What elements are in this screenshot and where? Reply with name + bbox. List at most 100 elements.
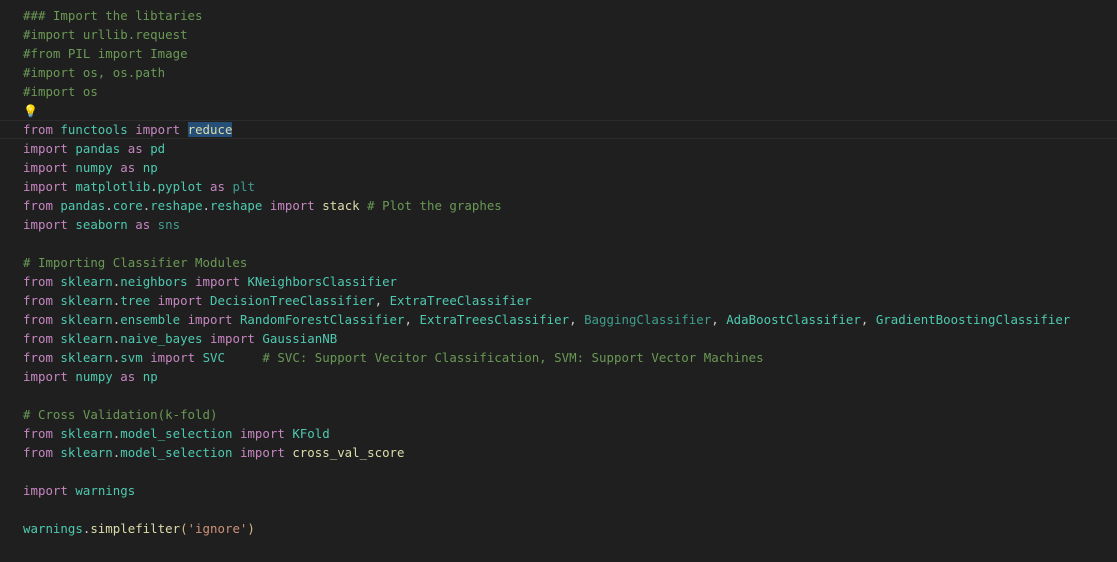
code-token: np bbox=[142, 369, 158, 384]
code-token: ### Import the libtaries bbox=[23, 8, 203, 23]
code-token: AdaBoostClassifier bbox=[726, 312, 861, 327]
code-line[interactable]: 💡 bbox=[23, 101, 1070, 120]
code-token: import bbox=[269, 198, 315, 213]
code-line[interactable]: import seaborn as sns bbox=[23, 215, 1070, 234]
code-token: #import os, os.path bbox=[23, 65, 166, 80]
code-line[interactable] bbox=[23, 500, 1070, 519]
code-token: import bbox=[210, 331, 255, 346]
code-token: as bbox=[120, 160, 136, 175]
code-line[interactable]: from sklearn.tree import DecisionTreeCla… bbox=[23, 291, 1070, 310]
code-token: warnings bbox=[75, 483, 136, 498]
code-line[interactable]: from sklearn.svm import SVC # SVC: Suppo… bbox=[23, 348, 1070, 367]
code-token: warnings bbox=[23, 521, 83, 536]
code-token: reduce bbox=[187, 122, 233, 137]
code-line[interactable]: from sklearn.naive_bayes import Gaussian… bbox=[23, 329, 1070, 348]
code-token: sns bbox=[157, 217, 181, 232]
lightbulb-icon[interactable]: 💡 bbox=[23, 104, 38, 118]
code-token: KFold bbox=[292, 426, 330, 441]
code-line[interactable]: #import os bbox=[23, 82, 1070, 101]
code-editor[interactable]: ### Import the libtaries #import urllib.r… bbox=[0, 0, 1117, 562]
code-token: as bbox=[120, 369, 136, 384]
code-token: neighbors bbox=[120, 274, 188, 289]
code-line[interactable] bbox=[23, 462, 1070, 481]
code-line[interactable]: ### Import the libtaries bbox=[23, 6, 1070, 25]
code-token: import bbox=[23, 483, 68, 498]
code-token: import bbox=[135, 122, 181, 137]
code-line[interactable]: from functools import reduce bbox=[0, 120, 1117, 139]
code-line[interactable]: import numpy as np bbox=[23, 367, 1070, 386]
code-token: # Plot the graphes bbox=[367, 198, 502, 213]
code-token: ) bbox=[247, 521, 255, 536]
code-line[interactable]: # Cross Validation(k-fold) bbox=[23, 405, 1070, 424]
code-line[interactable] bbox=[23, 386, 1070, 405]
code-line[interactable]: warnings.simplefilter('ignore') bbox=[23, 519, 1070, 538]
code-token: KNeighborsClassifier bbox=[247, 274, 398, 289]
code-token: model_selection bbox=[120, 426, 233, 441]
code-token: 'ignore' bbox=[187, 521, 248, 536]
code-token: from bbox=[23, 331, 53, 346]
code-line[interactable]: from pandas.core.reshape.reshape import … bbox=[23, 196, 1070, 215]
code-token: . bbox=[150, 179, 158, 194]
code-token: #from PIL import Image bbox=[23, 46, 188, 61]
code-line[interactable]: import warnings bbox=[23, 481, 1070, 500]
code-line[interactable]: #import urllib.request bbox=[23, 25, 1070, 44]
code-token: sklearn bbox=[60, 350, 113, 365]
code-token: , bbox=[374, 293, 390, 308]
code-token: as bbox=[135, 217, 151, 232]
code-line[interactable]: import numpy as np bbox=[23, 158, 1070, 177]
code-line[interactable]: # Importing Classifier Modules bbox=[23, 253, 1070, 272]
code-token: . bbox=[202, 198, 211, 213]
code-line[interactable]: #import os, os.path bbox=[23, 63, 1070, 82]
code-lines[interactable]: ### Import the libtaries #import urllib.r… bbox=[0, 6, 1117, 538]
code-token: as bbox=[210, 179, 226, 194]
code-token: , bbox=[860, 312, 876, 327]
code-token: sklearn bbox=[60, 293, 113, 308]
code-token: sklearn bbox=[60, 312, 113, 327]
code-token: #import os bbox=[23, 84, 98, 99]
code-token: import bbox=[187, 312, 233, 327]
code-token: ensemble bbox=[120, 312, 181, 327]
code-line[interactable] bbox=[23, 234, 1070, 253]
code-token: GradientBoostingClassifier bbox=[875, 312, 1071, 327]
code-line[interactable]: from sklearn.model_selection import KFol… bbox=[23, 424, 1070, 443]
code-token: cross_val_score bbox=[292, 445, 405, 460]
code-token: seaborn bbox=[75, 217, 128, 232]
code-token: import bbox=[23, 160, 68, 175]
code-token: from bbox=[23, 350, 53, 365]
code-line[interactable]: #from PIL import Image bbox=[23, 44, 1070, 63]
code-token: pandas bbox=[75, 141, 121, 156]
code-token: import bbox=[239, 426, 285, 441]
code-token: simplefilter bbox=[90, 521, 181, 536]
code-line[interactable]: import pandas as pd bbox=[23, 139, 1070, 158]
code-token: ExtraTreesClassifier bbox=[419, 312, 570, 327]
code-token: naive_bayes bbox=[120, 331, 203, 346]
code-token: model_selection bbox=[120, 445, 233, 460]
code-token: import bbox=[23, 217, 68, 232]
code-token: , bbox=[404, 312, 420, 327]
code-line[interactable]: import matplotlib.pyplot as plt bbox=[23, 177, 1070, 196]
code-token: import bbox=[23, 369, 68, 384]
code-token: from bbox=[23, 426, 53, 441]
code-token: SVC bbox=[202, 350, 226, 365]
code-token: , bbox=[711, 312, 727, 327]
code-token: import bbox=[195, 274, 240, 289]
code-token: # Cross Validation(k-fold) bbox=[23, 407, 218, 422]
code-line[interactable]: from sklearn.ensemble import RandomFores… bbox=[23, 310, 1070, 329]
code-token: plt bbox=[232, 179, 255, 194]
code-line[interactable]: from sklearn.neighbors import KNeighbors… bbox=[23, 272, 1070, 291]
code-token: from bbox=[23, 198, 53, 213]
code-token: from bbox=[23, 312, 53, 327]
code-token: numpy bbox=[75, 160, 113, 175]
code-line[interactable]: from sklearn.model_selection import cros… bbox=[23, 443, 1070, 462]
code-token: #import urllib.request bbox=[23, 27, 188, 42]
code-token: as bbox=[127, 141, 143, 156]
